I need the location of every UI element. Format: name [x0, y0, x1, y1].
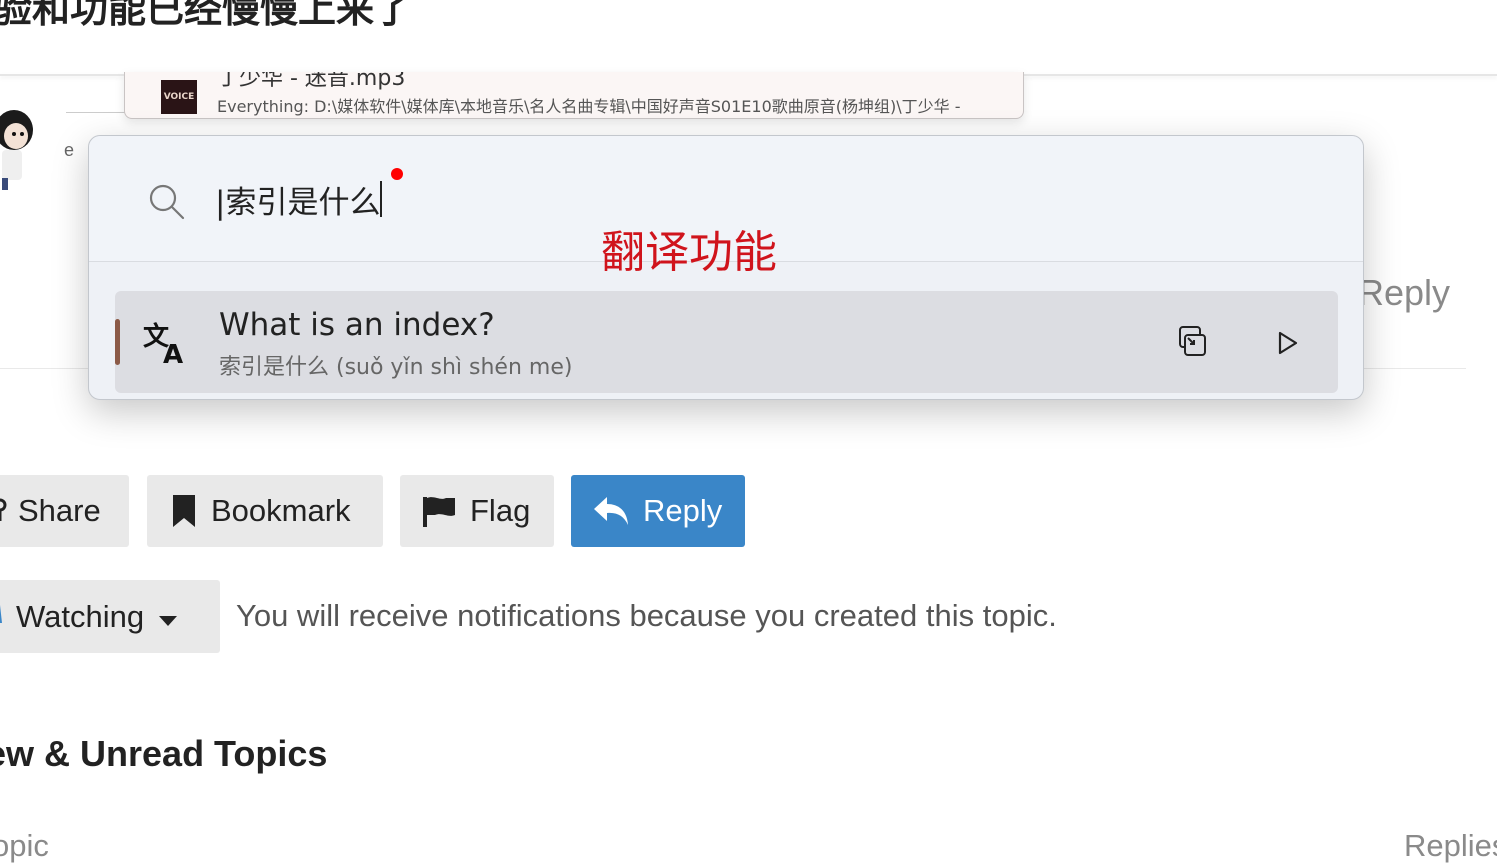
search-text: |索引是什么 [215, 184, 381, 221]
column-header-replies[interactable]: Replies [1404, 828, 1497, 864]
column-header-topic[interactable]: opic [0, 828, 49, 864]
author-text: e [64, 140, 75, 160]
bookmark-icon [171, 494, 197, 528]
share-button[interactable]: Share [0, 475, 129, 547]
launcher-panel: |索引是什么 翻译功能 文 A What is an index? 索引是什么 … [88, 135, 1364, 400]
watching-dropdown[interactable]: Watching [0, 580, 220, 653]
flag-label: Flag [470, 493, 531, 528]
text-cursor [380, 181, 383, 217]
bookmark-button[interactable]: Bookmark [147, 475, 383, 547]
bookmark-label: Bookmark [211, 493, 351, 528]
file-path: Everything: D:\媒体软件\媒体库\本地音乐\名人名曲专辑\中国好声… [217, 97, 961, 116]
file-name: 丁少华 - 迷音.mp3 [217, 72, 406, 91]
everything-result-popup[interactable]: VOICE 丁少华 - 迷音.mp3 Everything: D:\媒体软件\媒… [124, 72, 1024, 119]
watching-label: Watching [16, 598, 145, 634]
topic-title: 验和功能已经慢慢上来了 [0, 0, 413, 31]
reply-button[interactable]: Reply [571, 475, 745, 547]
reply-link[interactable]: Reply [1358, 272, 1450, 314]
flag-button[interactable]: Flag [400, 475, 554, 547]
share-label: Share [18, 493, 101, 528]
flag-icon [422, 495, 456, 527]
translation-result[interactable]: 文 A What is an index? 索引是什么 (suǒ yǐn shì… [115, 291, 1338, 393]
bell-icon [0, 599, 2, 635]
selection-accent [115, 319, 120, 365]
annotation-label: 翻译功能 [601, 227, 777, 278]
play-icon[interactable] [1272, 328, 1302, 358]
reply-icon [593, 496, 629, 526]
source-text: 索引是什么 (suǒ yǐn shì shén me) [219, 355, 573, 380]
recording-indicator [391, 168, 403, 180]
search-bar: |索引是什么 翻译功能 [89, 136, 1363, 278]
share-icon [0, 497, 10, 525]
search-icon [149, 184, 185, 220]
search-input[interactable]: |索引是什么 [215, 176, 915, 222]
watching-note: You will receive notifications because y… [236, 598, 1057, 633]
thumbnail-text: VOICE [163, 92, 195, 102]
section-title: ew & Unread Topics [0, 733, 328, 774]
album-thumbnail: VOICE [161, 80, 197, 114]
copy-icon[interactable] [1175, 325, 1209, 359]
translate-icon: 文 A [143, 321, 183, 365]
divider-line [66, 112, 126, 113]
reply-label: Reply [643, 493, 723, 528]
translation-text: What is an index? [219, 307, 495, 343]
user-avatar[interactable] [0, 104, 34, 192]
svg-text:A: A [163, 340, 183, 365]
chevron-down-icon [158, 599, 178, 635]
